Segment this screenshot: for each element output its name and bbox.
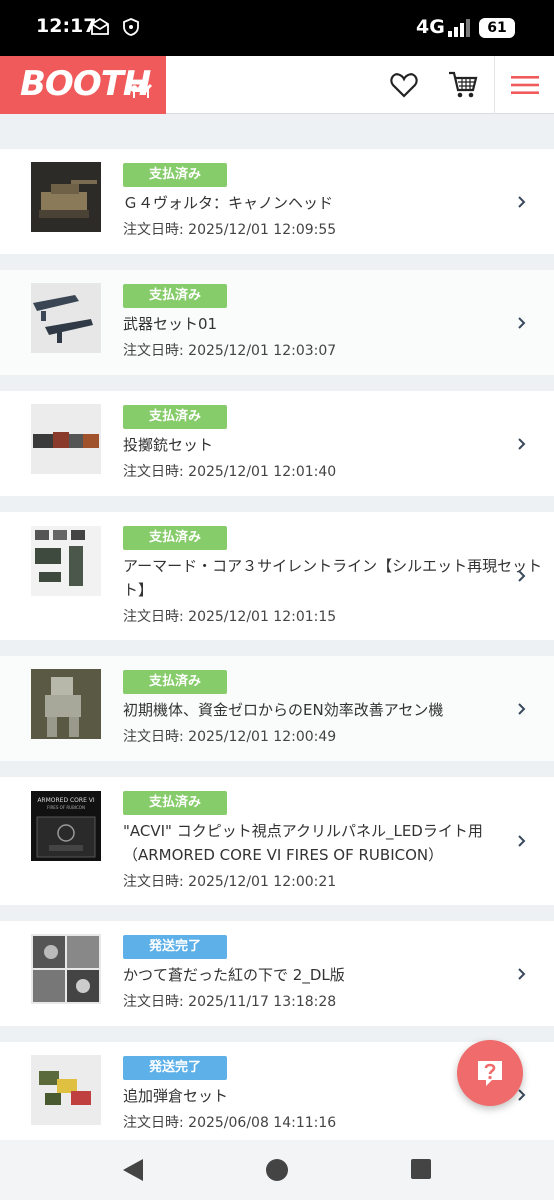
status-badge: 支払済み xyxy=(123,284,228,308)
order-row[interactable]: 支払済み Ｇ４ヴォルタ：キャノンヘッド 注文日時: 2025/12/01 12:… xyxy=(0,149,554,254)
help-chat-icon xyxy=(478,1061,502,1086)
status-badge: 発送完了 xyxy=(123,1056,228,1080)
header-divider xyxy=(494,56,495,114)
signal-icon xyxy=(448,19,470,37)
chevron-right-icon xyxy=(518,570,526,582)
top-spacer xyxy=(0,115,554,149)
status-badge: 支払済み xyxy=(123,670,228,694)
status-time: 12:17 xyxy=(36,15,97,37)
chevron-right-icon xyxy=(518,835,526,847)
product-thumbnail xyxy=(31,283,101,353)
product-title-line-1: アーマード・コア３サイレントライン【シルエット再現セット xyxy=(123,557,543,575)
home-icon[interactable] xyxy=(264,1157,290,1183)
order-date: 注文日時: 2025/06/08 14:11:16 xyxy=(123,1115,337,1131)
app-header: BOOTH xyxy=(0,56,554,114)
product-thumbnail: ARMORED CORE VI FIRES OF RUBICON xyxy=(31,791,101,861)
status-bar: 12:17 4G 61 xyxy=(0,0,554,56)
order-row[interactable]: 発送完了 かつて蒼だった紅の下で 2_DL版 注文日時: 2025/11/17 … xyxy=(0,921,554,1026)
status-badge: 支払済み xyxy=(123,791,228,815)
thumb-caption-1: ARMORED CORE VI xyxy=(37,797,95,804)
status-badge: 支払済み xyxy=(123,526,228,550)
order-date: 注文日時: 2025/12/01 12:01:40 xyxy=(123,464,337,480)
status-badge: 発送完了 xyxy=(123,935,228,959)
chevron-right-icon xyxy=(518,438,526,450)
favorites-button[interactable] xyxy=(384,66,424,104)
chevron-right-icon xyxy=(518,196,526,208)
product-title: かつて蒼だった紅の下で 2_DL版 xyxy=(123,966,345,984)
order-date: 注文日時: 2025/11/17 13:18:28 xyxy=(123,994,337,1010)
order-row[interactable]: ARMORED CORE VI FIRES OF RUBICON 支払済み "A… xyxy=(0,777,554,905)
product-title-line-2: （ARMORED CORE VI FIRES OF RUBICON） xyxy=(123,846,444,864)
product-title: 武器セット01 xyxy=(123,315,218,333)
order-row[interactable]: 支払済み 初期機体、資金ゼロからのEN効率改善アセン機 注文日時: 2025/1… xyxy=(0,656,554,761)
camel-icon xyxy=(130,83,152,98)
product-thumbnail xyxy=(31,669,101,739)
shield-icon xyxy=(123,18,139,36)
chevron-right-icon xyxy=(518,703,526,715)
product-thumbnail xyxy=(31,934,101,1004)
menu-button[interactable] xyxy=(505,66,545,104)
product-thumbnail xyxy=(31,526,101,596)
order-row[interactable]: 支払済み 武器セット01 注文日時: 2025/12/01 12:03:07 xyxy=(0,270,554,375)
product-title-line-2: ト】 xyxy=(123,581,154,599)
order-row[interactable]: 支払済み アーマード・コア３サイレントライン【シルエット再現セット ト】 注文日… xyxy=(0,512,554,640)
thumb-caption-2: FIRES OF RUBICON xyxy=(47,805,85,810)
recents-icon[interactable] xyxy=(410,1158,432,1180)
product-title: 投擲銃セット xyxy=(123,436,214,454)
status-badge: 支払済み xyxy=(123,163,228,187)
back-icon[interactable] xyxy=(121,1157,145,1183)
cart-icon xyxy=(449,71,478,98)
chevron-right-icon xyxy=(518,968,526,980)
product-thumbnail xyxy=(31,1055,101,1125)
battery-icon: 61 xyxy=(479,18,515,38)
order-row[interactable]: 支払済み 投擲銃セット 注文日時: 2025/12/01 12:01:40 xyxy=(0,391,554,496)
heart-icon xyxy=(390,73,418,98)
product-thumbnail xyxy=(31,162,101,232)
order-date: 注文日時: 2025/12/01 12:03:07 xyxy=(123,343,337,359)
order-date: 注文日時: 2025/12/01 12:01:15 xyxy=(123,609,337,625)
booth-logo[interactable]: BOOTH xyxy=(0,56,166,114)
product-title-line-1: "ACVI" コクピット視点アクリルパネル_LEDライト用 xyxy=(123,822,483,840)
product-title: Ｇ４ヴォルタ：キャノンヘッド xyxy=(123,194,334,212)
product-title: 初期機体、資金ゼロからのEN効率改善アセン機 xyxy=(123,701,444,719)
help-button[interactable] xyxy=(457,1040,523,1106)
product-title: 追加弾倉セット xyxy=(123,1087,229,1105)
chevron-right-icon xyxy=(518,317,526,329)
status-badge: 支払済み xyxy=(123,405,228,429)
cart-button[interactable] xyxy=(443,66,483,104)
network-type: 4G xyxy=(416,16,445,38)
order-date: 注文日時: 2025/12/01 12:00:21 xyxy=(123,874,337,890)
product-thumbnail xyxy=(31,404,101,474)
order-date: 注文日時: 2025/12/01 12:00:49 xyxy=(123,729,337,745)
hamburger-menu-icon xyxy=(511,76,539,94)
system-nav-bar xyxy=(0,1140,554,1200)
mail-notification-icon xyxy=(91,17,109,35)
order-date: 注文日時: 2025/12/01 12:09:55 xyxy=(123,222,337,238)
